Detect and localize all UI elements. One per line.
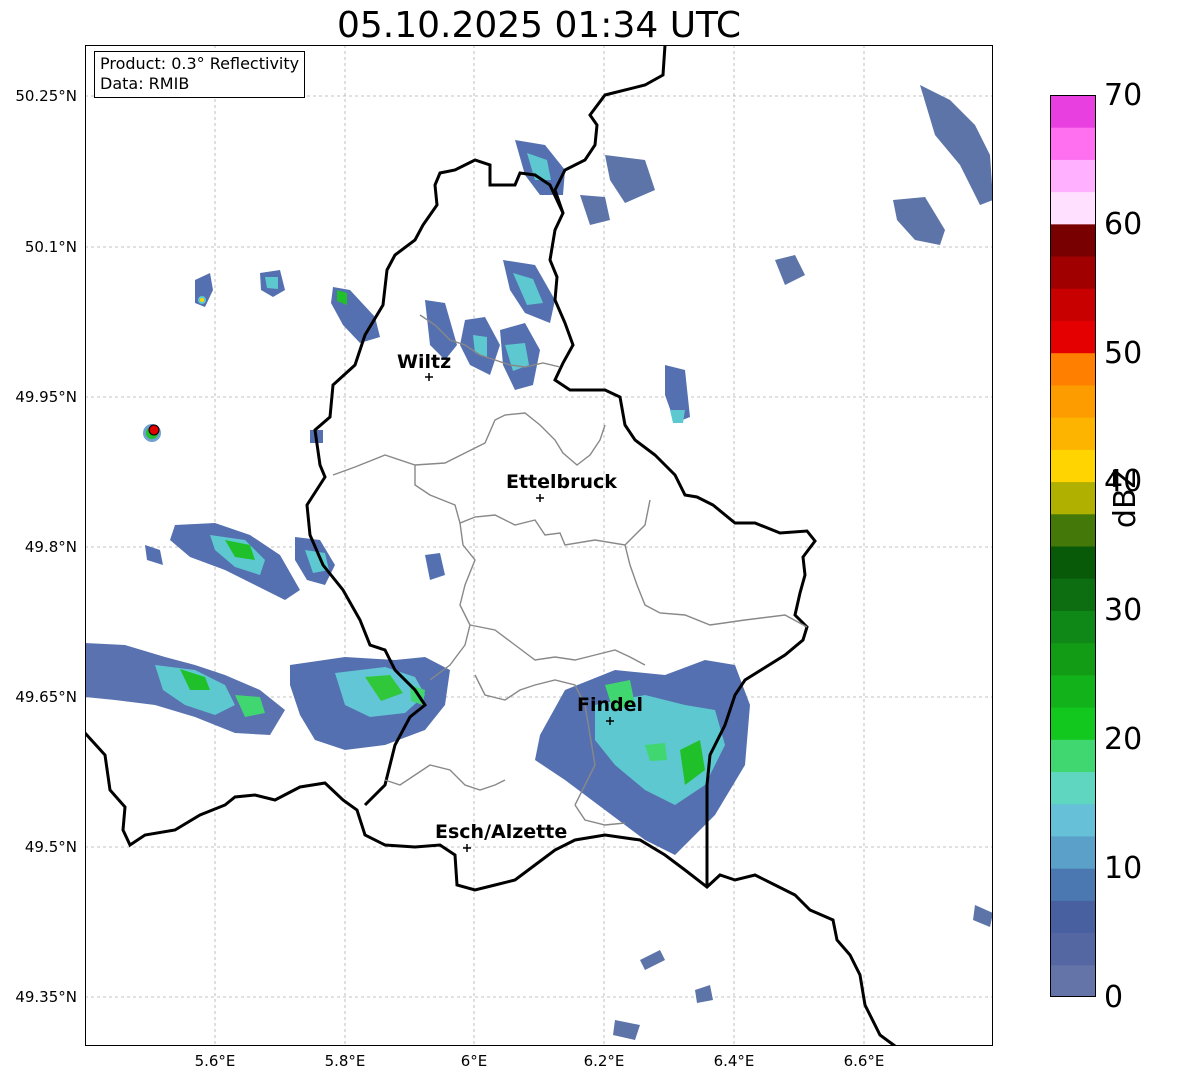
colorbar-segment <box>1050 481 1096 515</box>
colorbar-segment <box>1050 868 1096 901</box>
map-title: 05.10.2025 01:34 UTC <box>336 5 742 46</box>
colorbar-segment <box>1050 610 1096 644</box>
data-source-label: Data: RMIB <box>100 74 190 93</box>
lat-tick-label: 49.95°N <box>15 388 77 406</box>
lon-tick-label: 6.6°E <box>843 1052 885 1070</box>
colorbar-segment <box>1050 513 1096 547</box>
colorbar-unit-label: dBZ <box>1108 467 1143 529</box>
lat-tick-label: 50.1°N <box>24 238 77 256</box>
colorbar-segment <box>1050 288 1096 321</box>
colorbar-segment <box>1050 835 1096 869</box>
colorbar-tick-label: 0 <box>1104 980 1124 1015</box>
lat-tick-label: 49.5°N <box>24 838 77 856</box>
colorbar-tick-label: 20 <box>1104 722 1143 757</box>
colorbar-segment <box>1050 578 1096 611</box>
colorbar-segment <box>1050 964 1096 997</box>
colorbar-segment <box>1050 674 1096 708</box>
colorbar-segment <box>1050 191 1096 225</box>
colorbar-segment <box>1050 95 1096 128</box>
city-label-findel: Findel <box>577 694 643 716</box>
colorbar-tick-label: 30 <box>1104 593 1143 628</box>
colorbar-tick-label: 60 <box>1104 207 1143 242</box>
colorbar-tick-label: 10 <box>1104 851 1143 886</box>
colorbar-segment <box>1050 771 1096 805</box>
product-info-box: Product: 0.3° Reflectivity Data: RMIB <box>94 51 306 98</box>
colorbar-segment <box>1050 352 1096 386</box>
lon-tick-label: 5.8°E <box>324 1052 366 1070</box>
lat-tick-label: 49.65°N <box>15 688 77 706</box>
colorbar-segment <box>1050 546 1096 579</box>
radar-echoes <box>85 85 993 1040</box>
colorbar-segment <box>1050 932 1096 966</box>
city-label-esch-alzette: Esch/Alzette <box>435 821 567 843</box>
lat-tick-label: 50.25°N <box>15 87 77 105</box>
radar-map: Wiltz Ettelbruck Findel Esch/Alzette <box>85 45 993 1046</box>
colorbar-segment <box>1050 127 1096 160</box>
colorbar-tick-label: 70 <box>1104 78 1143 113</box>
colorbar-segment <box>1050 223 1096 257</box>
lat-tick-label: 49.35°N <box>15 988 77 1006</box>
colorbar-tick-label: 50 <box>1104 336 1143 371</box>
lon-tick-label: 5.6°E <box>194 1052 236 1070</box>
colorbar-segment <box>1050 159 1096 193</box>
colorbar-segment <box>1050 900 1096 934</box>
colorbar-segment <box>1050 449 1096 483</box>
radar-map-canvas: Wiltz Ettelbruck Findel Esch/Alzette <box>85 45 993 1046</box>
lon-tick-label: 6°E <box>460 1052 488 1070</box>
colorbar-segment <box>1050 707 1096 740</box>
colorbar-segment <box>1050 256 1096 289</box>
colorbar <box>1050 95 1096 997</box>
lon-tick-label: 6.4°E <box>713 1052 755 1070</box>
country-border <box>85 731 896 1046</box>
colorbar-segment <box>1050 417 1096 450</box>
colorbar-segment <box>1050 384 1096 418</box>
lat-tick-label: 49.8°N <box>24 538 77 556</box>
colorbar-segment <box>1050 739 1096 772</box>
colorbar-segment <box>1050 642 1096 676</box>
colorbar-segment <box>1050 803 1096 837</box>
lon-tick-label: 6.2°E <box>583 1052 625 1070</box>
city-label-ettelbruck: Ettelbruck <box>506 471 617 493</box>
city-label-wiltz: Wiltz <box>397 351 451 373</box>
colorbar-segment <box>1050 320 1096 354</box>
product-label: Product: 0.3° Reflectivity <box>100 54 300 73</box>
